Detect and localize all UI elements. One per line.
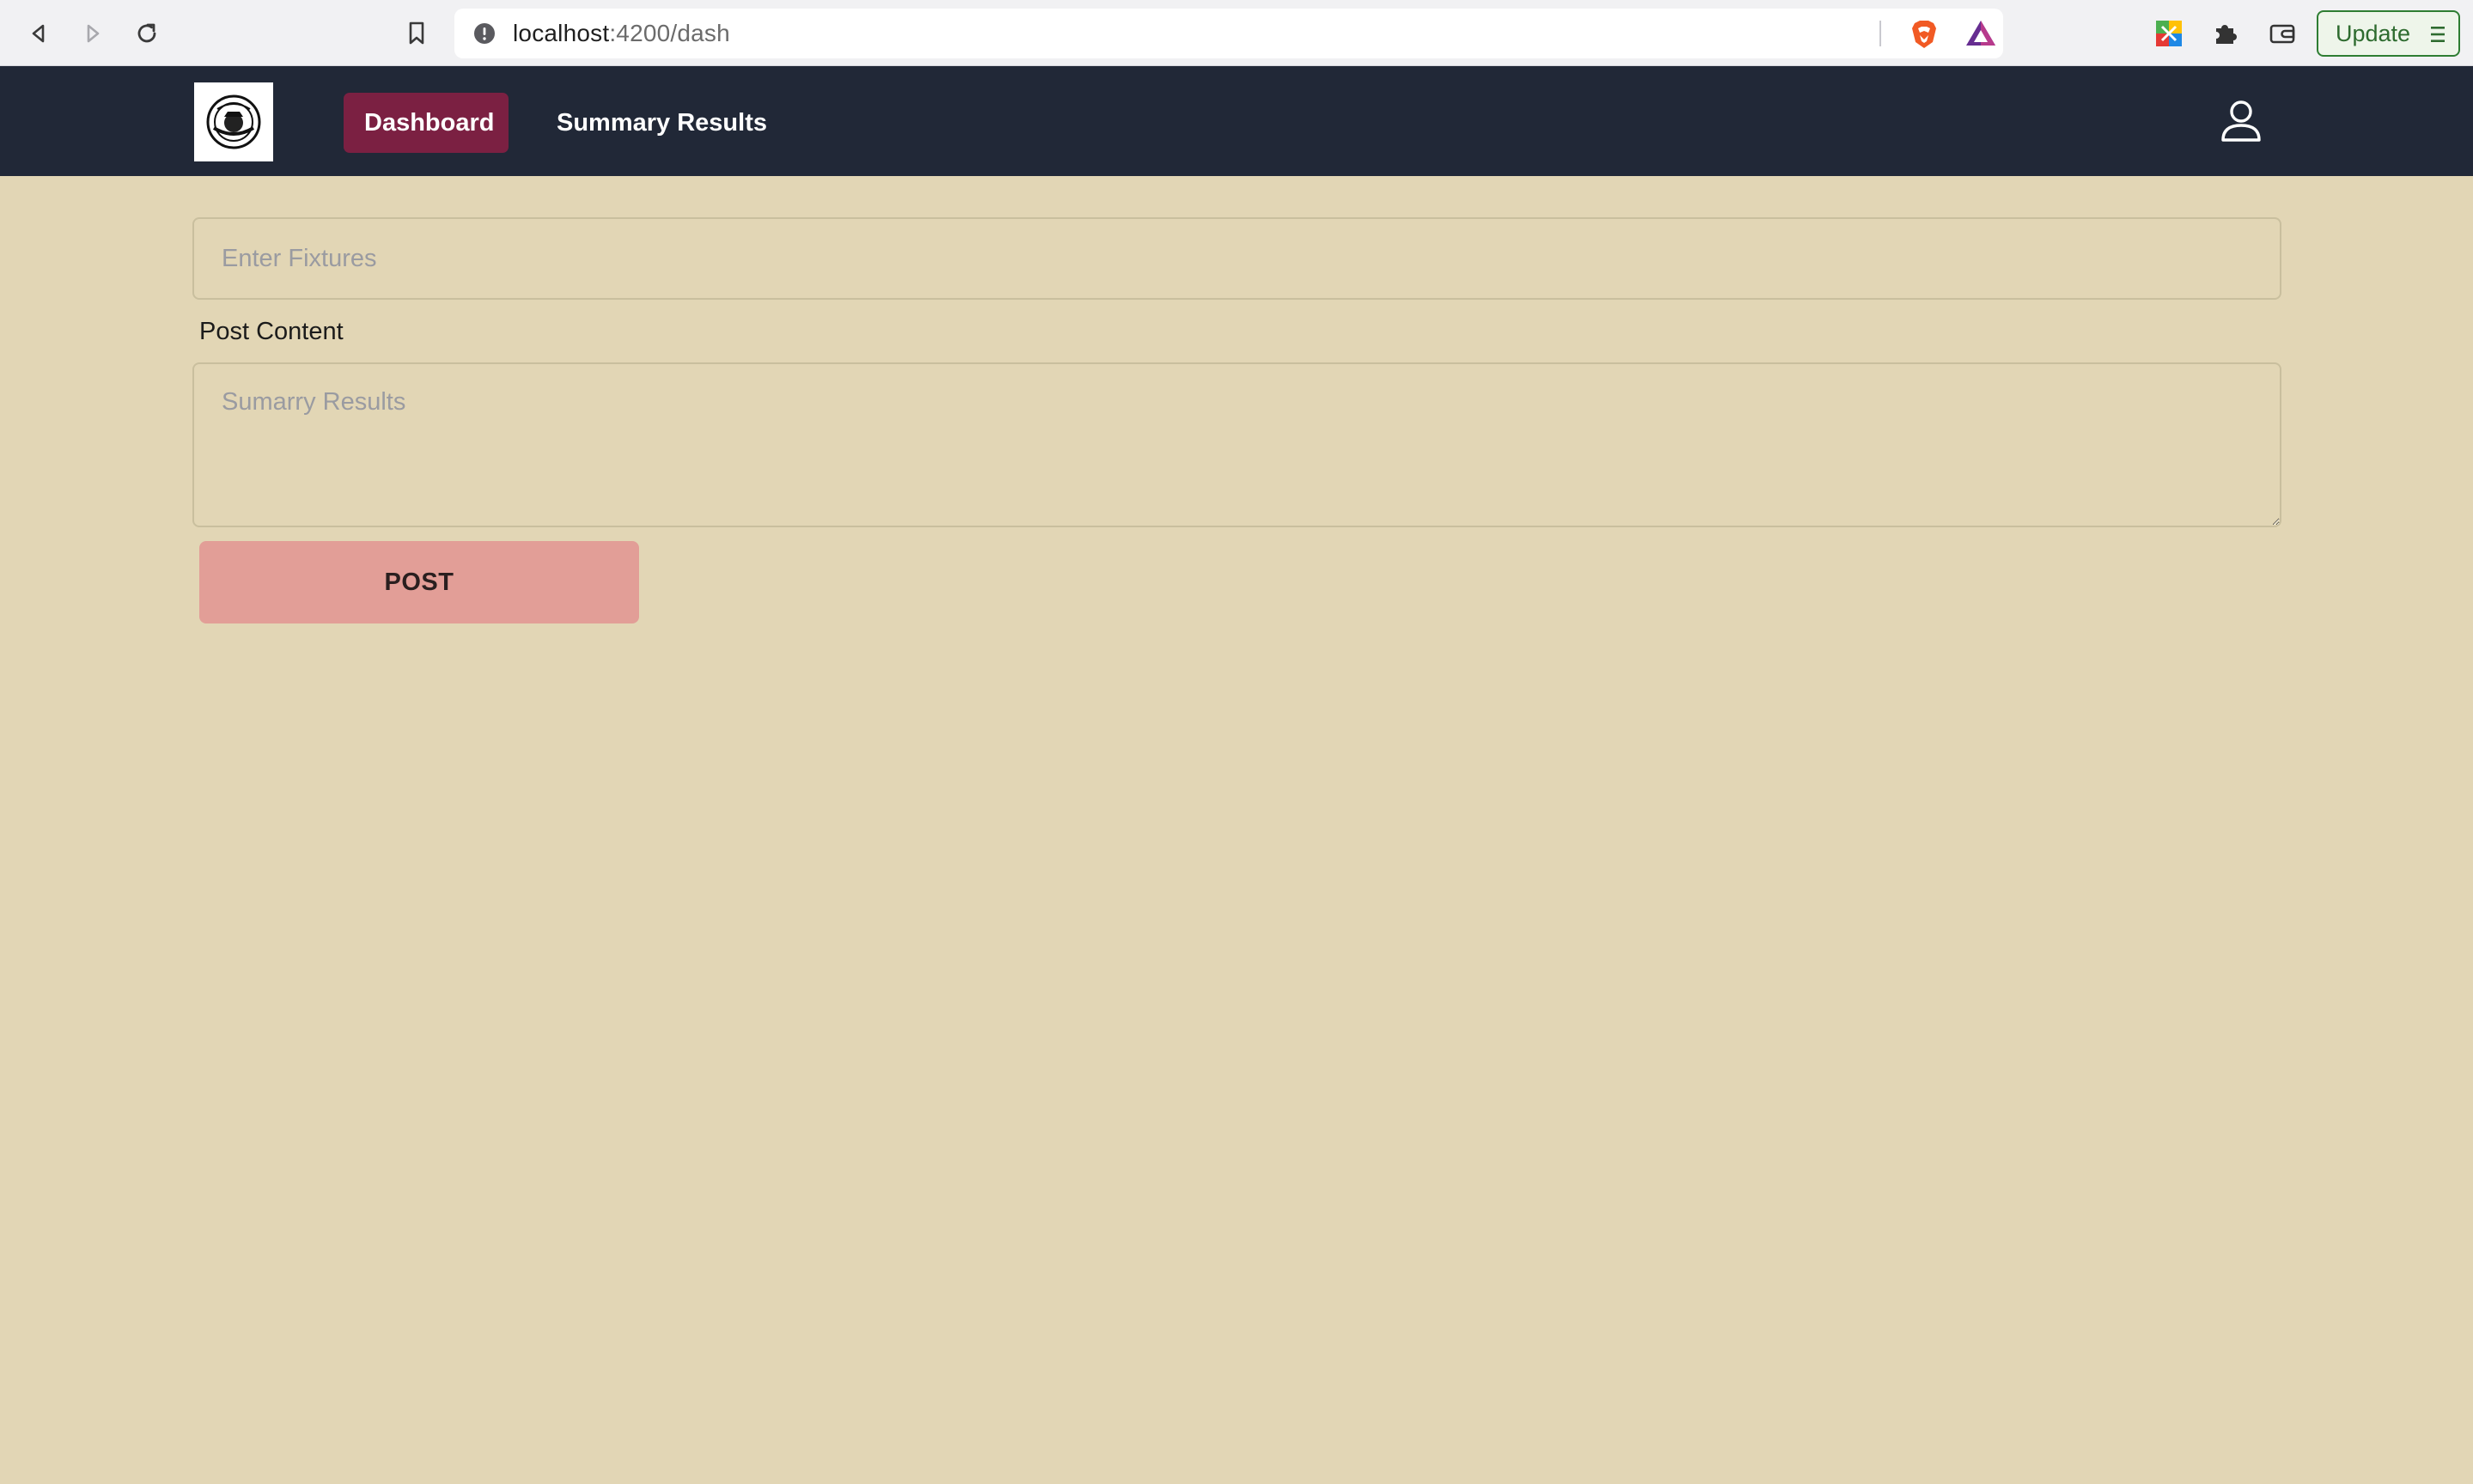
enter-fixtures-input[interactable] xyxy=(192,217,2281,300)
wallet-button[interactable] xyxy=(2263,14,2302,53)
url-host: localhost xyxy=(513,20,610,46)
reload-icon xyxy=(137,23,156,43)
arrow-right-icon xyxy=(87,24,100,43)
browser-toolbar: localhost:4200/dash Update xyxy=(0,0,2473,66)
post-button[interactable]: POST xyxy=(199,541,639,623)
extension-icon xyxy=(2156,21,2182,46)
user-profile-icon[interactable] xyxy=(2217,97,2265,145)
reload-button[interactable] xyxy=(127,14,167,53)
update-label: Update xyxy=(2336,20,2411,46)
hamburger-menu-icon xyxy=(2431,27,2445,42)
update-button[interactable]: Update xyxy=(2317,10,2460,57)
brave-rewards-icon[interactable] xyxy=(1964,19,1997,48)
brave-shield-icon[interactable] xyxy=(1910,19,1939,50)
puzzle-icon xyxy=(2216,25,2237,44)
address-bar-divider xyxy=(1879,21,1881,46)
extension-button[interactable] xyxy=(2149,14,2189,53)
bookmark-icon xyxy=(409,21,424,45)
back-button[interactable] xyxy=(19,14,58,53)
wallet-icon xyxy=(2269,24,2295,44)
extensions-menu-button[interactable] xyxy=(2205,14,2245,53)
bookmark-button[interactable] xyxy=(397,14,436,53)
post-content-label: Post Content xyxy=(199,318,344,345)
nav-summary-results[interactable]: Summary Results xyxy=(536,93,788,153)
logo-emblem-icon xyxy=(206,94,261,149)
info-icon[interactable] xyxy=(473,22,496,45)
nav-dashboard[interactable]: Dashboard xyxy=(344,93,509,153)
app-logo[interactable] xyxy=(194,82,273,161)
summary-results-textarea[interactable] xyxy=(192,362,2281,527)
address-bar[interactable]: localhost:4200/dash xyxy=(454,9,2003,58)
url-text[interactable]: localhost:4200/dash xyxy=(513,9,730,58)
app-navbar: Dashboard Summary Results xyxy=(0,66,2473,176)
forward-button[interactable] xyxy=(73,14,113,53)
arrow-left-icon xyxy=(32,24,45,43)
url-path: :4200/dash xyxy=(609,20,730,46)
